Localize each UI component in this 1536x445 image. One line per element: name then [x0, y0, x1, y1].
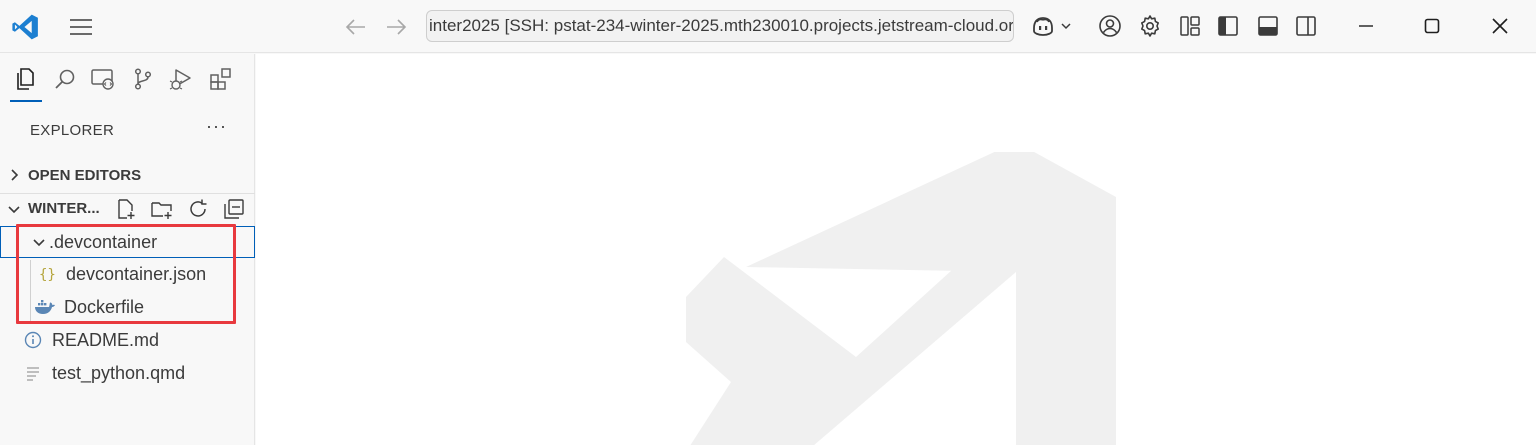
refresh-icon[interactable]	[186, 197, 210, 221]
open-editors-section[interactable]: OPEN EDITORS	[0, 160, 255, 190]
tree-item-readme[interactable]: README.md	[0, 324, 255, 356]
chevron-down-icon	[0, 202, 28, 216]
arrow-right-icon[interactable]	[382, 14, 410, 40]
tree-item-test-python[interactable]: test_python.qmd	[0, 357, 255, 389]
chevron-right-icon	[0, 168, 28, 182]
tree-item-label: .devcontainer	[49, 231, 158, 252]
chevron-down-icon	[29, 235, 49, 249]
json-file-icon: {}	[36, 263, 58, 285]
tree-item-dockerfile[interactable]: Dockerfile	[0, 291, 255, 323]
vscode-logo-icon	[10, 12, 40, 42]
maximize-icon[interactable]	[1416, 12, 1448, 40]
account-icon[interactable]	[1096, 12, 1124, 40]
new-file-icon[interactable]	[114, 197, 138, 221]
activity-bar	[0, 54, 255, 104]
toggle-secondary-sidebar-icon[interactable]	[1292, 12, 1320, 40]
more-actions-button[interactable]: ···	[206, 116, 227, 137]
info-icon	[22, 329, 44, 351]
menu-icon[interactable]	[66, 14, 96, 40]
customize-layout-icon[interactable]	[1176, 12, 1204, 40]
remote-explorer-icon[interactable]	[88, 64, 118, 94]
tree-item-devcontainer-json[interactable]: {} devcontainer.json	[0, 258, 255, 290]
sidebar: EXPLORER ··· OPEN EDITORS WINTER... .dev…	[0, 54, 255, 445]
explorer-title: EXPLORER	[30, 122, 115, 139]
collapse-all-icon[interactable]	[222, 197, 246, 221]
svg-text:{}: {}	[39, 267, 56, 283]
toggle-primary-sidebar-icon[interactable]	[1214, 12, 1242, 40]
workspace-actions	[114, 197, 246, 221]
vscode-watermark-icon	[686, 142, 1116, 445]
workspace-label: WINTER...	[28, 200, 100, 217]
tree-item-label: test_python.qmd	[52, 362, 186, 383]
editor-area[interactable]	[256, 54, 1536, 445]
source-control-icon[interactable]	[128, 64, 158, 94]
extensions-icon[interactable]	[206, 64, 236, 94]
explorer-icon[interactable]	[10, 64, 40, 94]
run-debug-icon[interactable]	[166, 64, 196, 94]
arrow-left-icon[interactable]	[342, 14, 370, 40]
docker-icon	[34, 296, 56, 318]
new-folder-icon[interactable]	[150, 197, 174, 221]
copilot-icon[interactable]	[1028, 12, 1078, 40]
toggle-panel-icon[interactable]	[1254, 12, 1282, 40]
active-view-indicator	[10, 100, 42, 102]
gear-icon[interactable]	[1136, 12, 1164, 40]
close-icon[interactable]	[1484, 12, 1516, 40]
open-editors-label: OPEN EDITORS	[28, 166, 142, 184]
tree-item-label: README.md	[52, 329, 160, 350]
search-icon[interactable]	[50, 64, 80, 94]
minimize-icon[interactable]	[1350, 12, 1382, 40]
text-file-icon	[22, 362, 44, 384]
title-bar: inter2025 [SSH: pstat-234-winter-2025.mt…	[0, 0, 1536, 53]
command-center[interactable]: inter2025 [SSH: pstat-234-winter-2025.mt…	[426, 10, 1014, 42]
tree-item-label: Dockerfile	[64, 296, 145, 317]
tree-item-label: devcontainer.json	[66, 263, 207, 284]
tree-item-devcontainer[interactable]: .devcontainer	[0, 226, 255, 258]
